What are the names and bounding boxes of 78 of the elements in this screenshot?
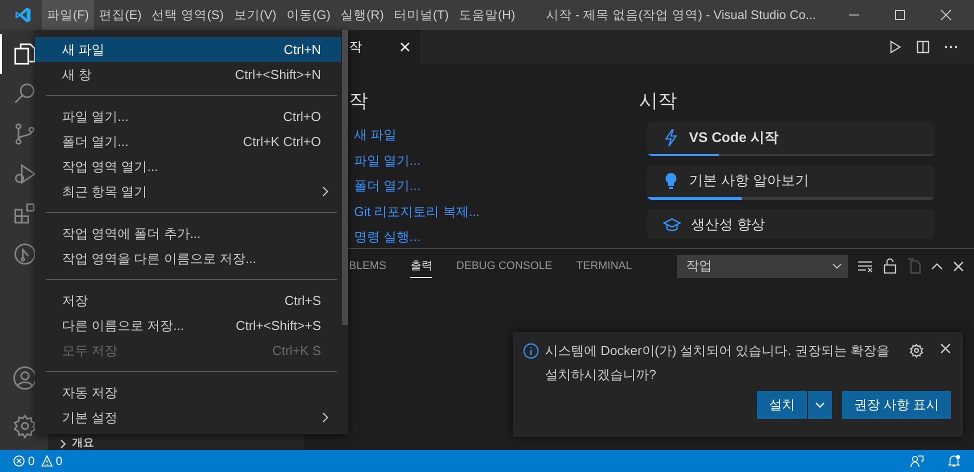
walkthrough-title: 기본 사항 알아보기	[689, 172, 809, 190]
start-link[interactable]: Git 리포지토리 복제...	[349, 198, 639, 224]
menu-item[interactable]: 다른 이름으로 저장... Ctrl+<Shift>+S	[35, 313, 341, 338]
warning-icon	[40, 455, 53, 467]
start-link[interactable]: 폴더 열기...	[349, 173, 639, 198]
window-title: 시작 - 제목 없음(작업 영역) - Visual Studio Co...	[546, 6, 816, 24]
section-heading: 시작	[639, 90, 678, 114]
output-channel-select[interactable]: 작업	[677, 254, 848, 278]
scrollbar-thumb[interactable]	[342, 30, 348, 325]
panel-tab[interactable]: BLEMS	[349, 256, 386, 276]
chevron-icon	[58, 438, 68, 448]
walkthrough-title: VS Code 시작	[689, 129, 778, 147]
chevron-icon	[322, 412, 329, 423]
walkthrough-card[interactable]: 기본 사항 알아보기	[647, 165, 935, 200]
chevron-up-icon[interactable]	[931, 262, 943, 270]
menu-item[interactable]: 작업 영역에 폴더 추가...	[35, 221, 341, 246]
outline-section[interactable]: 개요	[48, 437, 304, 450]
panel-tab[interactable]: 출력	[410, 254, 432, 278]
bell-icon[interactable]	[947, 454, 961, 468]
menu-item[interactable]: 기본 설정	[35, 405, 341, 430]
more-icon[interactable]	[944, 45, 958, 49]
menu-item[interactable]: 보기(V)	[228, 0, 282, 30]
settings-icon[interactable]	[12, 413, 38, 439]
chevron-down-icon	[814, 402, 825, 408]
close-icon[interactable]	[940, 9, 952, 21]
chevron-icon	[322, 186, 329, 197]
menu-item[interactable]: 최근 항목 열기	[35, 179, 341, 204]
chevron-down-icon	[832, 263, 842, 269]
panel-tab[interactable]: TERMINAL	[576, 256, 632, 276]
error-icon	[13, 455, 25, 467]
feedback-icon[interactable]	[910, 454, 924, 468]
files-icon[interactable]	[12, 41, 38, 67]
section-title: 개요	[72, 437, 94, 450]
menu-item[interactable]: 파일 열기... Ctrl+O	[35, 104, 341, 129]
info-icon	[523, 343, 539, 359]
walkthrough-card[interactable]: 생산성 향상	[647, 208, 935, 239]
walkthrough-card[interactable]: VS Code 시작	[647, 122, 935, 156]
panel-tab[interactable]: DEBUG CONSOLE	[456, 256, 552, 276]
menu-item[interactable]: 파일(F)	[42, 0, 94, 30]
menu-item[interactable]: 터미널(T)	[388, 0, 454, 30]
debug-icon[interactable]	[12, 161, 38, 187]
error-count[interactable]: 0	[28, 454, 35, 468]
menu-item[interactable]: 도움말(H)	[454, 0, 520, 30]
start-link[interactable]: 명령 실행...	[349, 224, 639, 250]
settings-icon[interactable]	[909, 343, 924, 358]
split-editor-icon[interactable]	[916, 40, 930, 54]
menu-item[interactable]: 저장 Ctrl+S	[35, 288, 341, 313]
menu-item[interactable]: 폴더 열기... Ctrl+K Ctrl+O	[35, 129, 341, 154]
clear-output-icon[interactable]	[857, 259, 873, 273]
lightning-icon	[663, 129, 679, 147]
maximize-icon[interactable]	[894, 9, 906, 21]
menu-item[interactable]: 자동 저장	[35, 380, 341, 405]
app-logo-icon	[14, 6, 32, 24]
warning-count[interactable]: 0	[56, 454, 62, 468]
menu-item[interactable]: 이동(G)	[281, 0, 336, 30]
menu-item[interactable]: 새 창 Ctrl+<Shift>+N	[35, 62, 341, 87]
menu-item[interactable]: 새 파일 Ctrl+N	[35, 37, 341, 62]
menu-item[interactable]: 선택 영역(S)	[146, 0, 229, 30]
menu-item[interactable]: 실행(R)	[336, 0, 389, 30]
install-button[interactable]: 설치	[756, 391, 807, 419]
run-icon[interactable]	[888, 40, 902, 54]
remote-icon[interactable]	[12, 241, 38, 267]
close-icon[interactable]	[953, 260, 964, 272]
start-link[interactable]: 새 파일	[349, 122, 639, 148]
dropdown-button[interactable]	[808, 391, 832, 419]
start-link[interactable]: 파일 열기...	[349, 148, 639, 173]
menu-item[interactable]: 편집(E)	[94, 0, 147, 30]
notification-message: 시스템에 Docker이(가) 설치되어 있습니다. 권장되는 확장을 설치하시겠습니까?	[545, 342, 891, 384]
graduation-cap-icon	[663, 216, 681, 233]
menu-item[interactable]: 작업 영역을 다른 이름으로 저장...	[35, 246, 341, 271]
lightbulb-icon	[663, 172, 679, 190]
menu-item[interactable]: 작업 영역 열기...	[35, 154, 341, 179]
lock-icon[interactable]	[883, 258, 897, 274]
section-heading: 작	[349, 90, 369, 114]
close-icon[interactable]	[940, 343, 951, 354]
show-recommendations-button[interactable]: 권장 사항 표시	[842, 391, 951, 419]
account-icon[interactable]	[12, 365, 38, 391]
walkthrough-title: 생산성 향상	[691, 216, 765, 234]
